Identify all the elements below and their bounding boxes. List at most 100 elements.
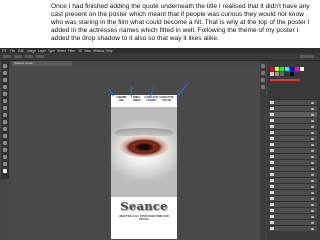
option-icon[interactable] [14, 55, 22, 58]
layer-thumbnail [270, 113, 274, 116]
option-icon[interactable] [36, 55, 44, 58]
swatch[interactable] [300, 67, 304, 71]
layer-thumbnail [270, 185, 274, 188]
eye-icon[interactable] [311, 161, 314, 164]
swatches-panel [270, 67, 318, 91]
swatch[interactable] [275, 72, 279, 76]
swatch[interactable] [285, 72, 289, 76]
eye-icon[interactable] [311, 167, 314, 170]
workspace-switcher[interactable] [300, 55, 314, 58]
eraser-tool-icon[interactable] [2, 134, 7, 138]
menu-view[interactable]: View [84, 49, 91, 53]
cast-name: CHERRIE DEE [116, 97, 127, 102]
eye-icon[interactable] [311, 221, 314, 224]
swatch[interactable] [295, 67, 299, 71]
color-swatch-icon[interactable] [2, 169, 7, 173]
poster-title: Seance [120, 199, 168, 213]
swatch[interactable] [285, 67, 289, 71]
swatch[interactable] [270, 67, 274, 71]
eye-icon[interactable] [311, 149, 314, 152]
quick-select-tool-icon[interactable] [2, 85, 7, 89]
move-tool-icon[interactable] [2, 64, 7, 68]
swatch[interactable] [290, 72, 294, 76]
layer-thumbnail [270, 191, 274, 194]
character-icon[interactable] [261, 78, 265, 82]
layer-thumbnail [270, 131, 274, 134]
eye-icon[interactable] [311, 209, 314, 212]
menu-type[interactable]: Type [48, 49, 55, 53]
cast-names: CHERRIE DEE EMMA JONES CHARLOTTE CASSIDY… [114, 97, 174, 106]
eye-icon[interactable] [311, 143, 314, 146]
eye-icon[interactable] [311, 215, 314, 218]
layer-thumbnail [270, 161, 274, 164]
layer-thumbnail [270, 101, 274, 104]
menu-image[interactable]: Image [27, 49, 36, 53]
eye-icon[interactable] [311, 113, 314, 116]
eye-icon[interactable] [311, 191, 314, 194]
history-brush-icon[interactable] [2, 127, 7, 131]
marquee-tool-icon[interactable] [2, 71, 7, 75]
properties-icon[interactable] [261, 71, 265, 75]
eye-icon[interactable] [311, 125, 314, 128]
menu-file[interactable]: File [10, 49, 15, 53]
layer-row[interactable] [269, 225, 317, 231]
menu-filter[interactable]: Filter [68, 49, 75, 53]
eye-icon[interactable] [311, 179, 314, 182]
layer-thumbnail [270, 167, 274, 170]
gradient-tool-icon[interactable] [2, 141, 7, 145]
pen-tool-icon[interactable] [2, 155, 7, 159]
history-icon[interactable] [261, 64, 265, 68]
swatch[interactable] [280, 67, 284, 71]
brush-tool-icon[interactable] [2, 113, 7, 117]
layer-thumbnail [270, 107, 274, 110]
layer-thumbnail [270, 137, 274, 140]
eye-icon[interactable] [311, 197, 314, 200]
poster-canvas[interactable]: CHERRIE DEE EMMA JONES CHARLOTTE CASSIDY… [111, 95, 177, 239]
menu-help[interactable]: Help [106, 49, 113, 53]
crop-tool-icon[interactable] [2, 92, 7, 96]
layer-thumbnail [270, 173, 274, 176]
menu-window[interactable]: Window [93, 49, 104, 53]
option-icon[interactable] [25, 55, 33, 58]
eye-icon[interactable] [311, 107, 314, 110]
eye-icon[interactable] [311, 155, 314, 158]
menu-layer[interactable]: Layer [38, 49, 46, 53]
layer-thumbnail [270, 155, 274, 158]
menu-3d[interactable]: 3D [78, 49, 82, 53]
layers-panel [267, 61, 320, 240]
paragraph-icon[interactable] [261, 85, 265, 89]
eye-icon[interactable] [311, 137, 314, 140]
poster-quote: WHAT WE CALL UPON IS BEYOND OUR REALM [119, 215, 169, 221]
swatch[interactable] [275, 67, 279, 71]
layer-thumbnail [270, 215, 274, 218]
eye-icon[interactable] [311, 173, 314, 176]
eyedropper-tool-icon[interactable] [2, 99, 7, 103]
tools-panel [1, 61, 9, 179]
eye-icon[interactable] [311, 131, 314, 134]
eye-icon[interactable] [311, 119, 314, 122]
color-ramp[interactable] [270, 79, 300, 81]
lasso-tool-icon[interactable] [2, 78, 7, 82]
swatch[interactable] [290, 67, 294, 71]
eye-icon[interactable] [311, 203, 314, 206]
eye-icon[interactable] [311, 227, 314, 230]
healing-brush-icon[interactable] [2, 106, 7, 110]
clone-stamp-icon[interactable] [2, 120, 7, 124]
menu-edit[interactable]: Edit [18, 49, 24, 53]
options-bar [0, 53, 320, 61]
layer-thumbnail [270, 197, 274, 200]
swatch[interactable] [270, 72, 274, 76]
eye-icon[interactable] [311, 185, 314, 188]
layer-thumbnail [270, 119, 274, 122]
swatch[interactable] [280, 72, 284, 76]
menu-ps[interactable]: PS [2, 49, 6, 53]
layer-thumbnail [270, 149, 274, 152]
eye-icon[interactable] [311, 101, 314, 104]
menu-select[interactable]: Select [57, 49, 66, 53]
type-tool-icon[interactable] [2, 162, 7, 166]
cast-name: CHARLOTTE CASSIDY [144, 97, 159, 102]
tool-preset-icon[interactable] [3, 55, 11, 58]
dodge-tool-icon[interactable] [2, 148, 7, 152]
layer-thumbnail [270, 125, 274, 128]
cast-name: CHARLOTTE TAYLOR [159, 97, 174, 102]
